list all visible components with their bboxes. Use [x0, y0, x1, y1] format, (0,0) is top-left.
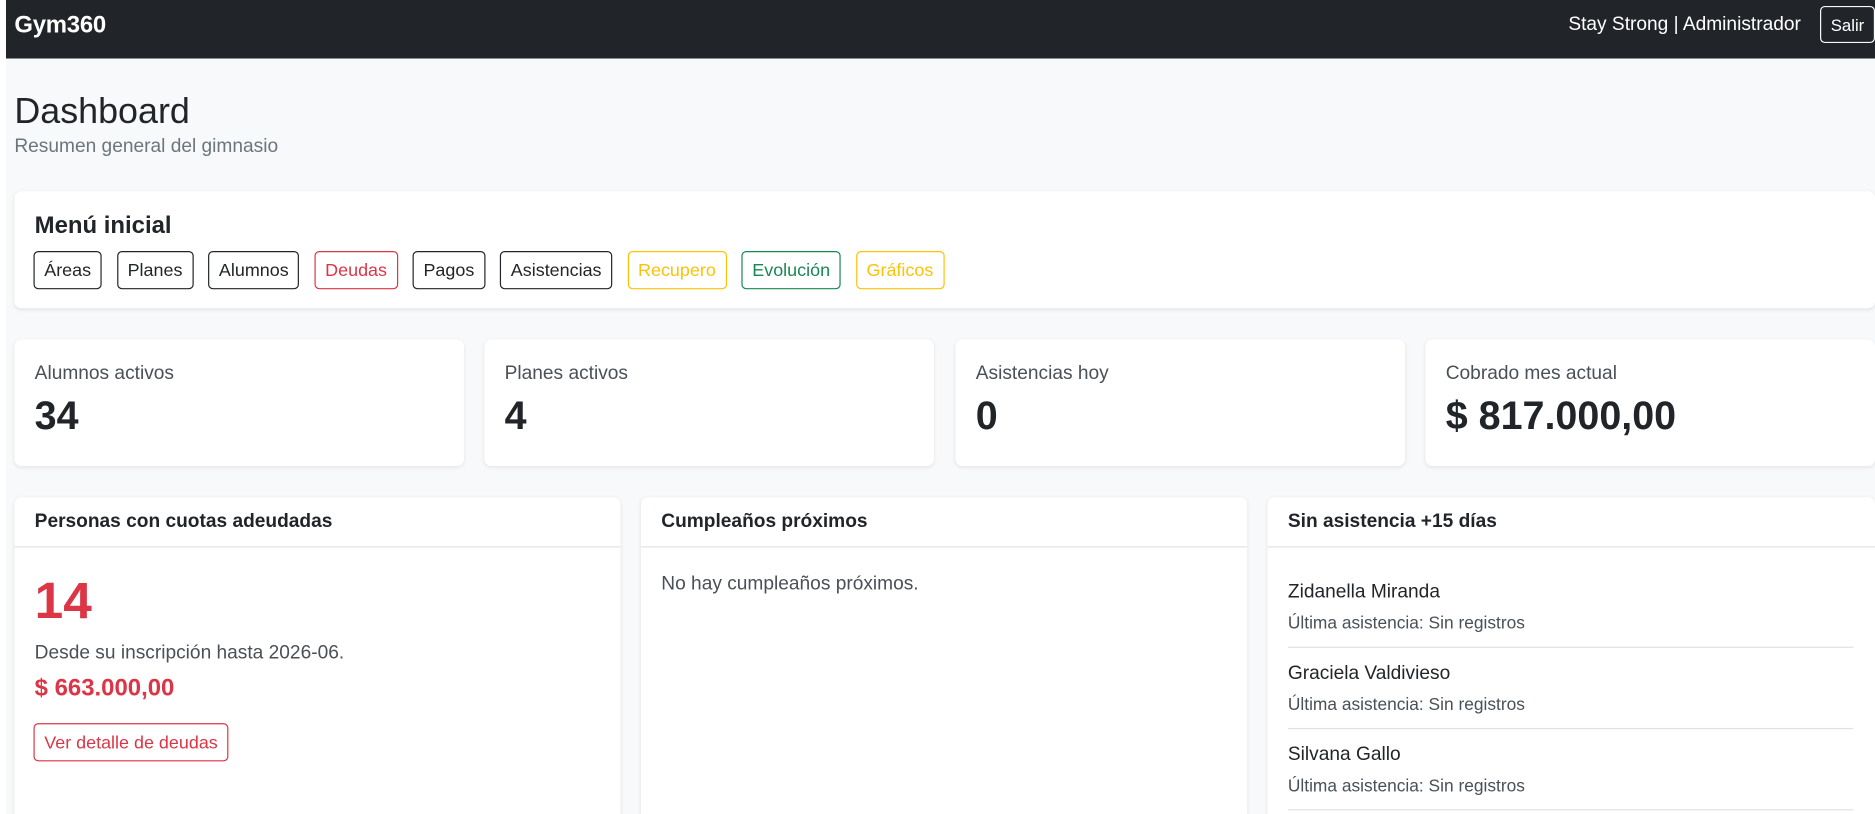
user-label: Stay Strong | Administrador: [1568, 14, 1801, 35]
absent-name: Zidanella Miranda: [1287, 582, 1440, 603]
stat-label: Alumnos activos: [34, 363, 174, 384]
menu-button-asistencias[interactable]: Asistencias: [500, 251, 613, 290]
stat-card-alumnos: Alumnos activos 34: [14, 339, 464, 467]
absent-panel: Sin asistencia +15 días Zidanella Mirand…: [1267, 497, 1875, 814]
debt-description: Desde su inscripción hasta 2026-06.: [34, 643, 345, 664]
app-root: Gym360 Stay Strong | Administrador Salir…: [0, 0, 1875, 814]
logout-button[interactable]: Salir: [1820, 5, 1875, 44]
menu-button-pagos[interactable]: Pagos: [412, 251, 486, 290]
debts-panel: Personas con cuotas adeudadas 14 Desde s…: [14, 497, 621, 814]
debt-amount: $ 663.000,00: [34, 675, 175, 702]
menu-title: Menú inicial: [34, 212, 172, 240]
menu-button-alumnos[interactable]: Alumnos: [208, 251, 300, 290]
stat-label: Cobrado mes actual: [1445, 363, 1617, 384]
navbar: Gym360 Stay Strong | Administrador Salir: [5, 0, 1875, 59]
brand-logo[interactable]: Gym360: [14, 12, 106, 39]
absent-last-attendance: Última asistencia: Sin registros: [1287, 776, 1525, 797]
view-debts-button[interactable]: Ver detalle de deudas: [33, 723, 229, 762]
stat-card-asistencias: Asistencias hoy 0: [955, 339, 1406, 467]
panel-header: Sin asistencia +15 días: [1267, 497, 1875, 548]
debt-count: 14: [34, 572, 92, 630]
menu-button-recupero[interactable]: Recupero: [627, 251, 727, 290]
stat-card-planes: Planes activos 4: [484, 339, 934, 467]
absent-list: Zidanella Miranda Última asistencia: Sin…: [1287, 567, 1854, 811]
birthdays-panel: Cumpleaños próximos No hay cumpleaños pr…: [640, 497, 1248, 814]
stat-value: 4: [504, 393, 527, 438]
absent-name: Graciela Valdivieso: [1287, 663, 1451, 684]
stat-card-cobrado: Cobrado mes actual $ 817.000,00: [1425, 339, 1875, 467]
page-title: Dashboard: [14, 92, 190, 132]
viewport: Gym360 Stay Strong | Administrador Salir…: [0, 0, 1875, 814]
panel-header: Personas con cuotas adeudadas: [14, 497, 621, 548]
empty-text: No hay cumpleaños próximos.: [661, 573, 919, 595]
stat-value: 0: [975, 393, 998, 438]
panel-header: Cumpleaños próximos: [640, 497, 1248, 548]
absent-last-attendance: Última asistencia: Sin registros: [1287, 695, 1525, 715]
menu-button-areas[interactable]: Áreas: [33, 251, 102, 290]
stat-value: $ 817.000,00: [1445, 393, 1677, 438]
absent-name: Silvana Gallo: [1287, 744, 1401, 765]
stat-label: Asistencias hoy: [975, 363, 1109, 384]
stat-value: 34: [34, 393, 79, 438]
stat-label: Planes activos: [504, 363, 629, 384]
menu-button-graficos[interactable]: Gráficos: [855, 251, 945, 290]
menu-button-deudas[interactable]: Deudas: [314, 251, 398, 290]
absent-last-attendance: Última asistencia: Sin registros: [1287, 614, 1525, 634]
list-item: Zidanella Miranda Última asistencia: Sin…: [1287, 567, 1854, 648]
list-item: Silvana Gallo Última asistencia: Sin reg…: [1287, 729, 1854, 811]
list-item: Graciela Valdivieso Última asistencia: S…: [1287, 648, 1854, 730]
menu-button-planes[interactable]: Planes: [116, 251, 194, 290]
main-content: Dashboard Resumen general del gimnasio M…: [5, 58, 1875, 814]
menu-button-evolucion[interactable]: Evolución: [741, 251, 841, 290]
page-subtitle: Resumen general del gimnasio: [14, 136, 279, 157]
menu-card: Menú inicial Áreas Planes Alumnos Deudas…: [14, 191, 1875, 309]
menu-buttons: Áreas Planes Alumnos Deudas Pagos Asiste…: [33, 251, 959, 290]
